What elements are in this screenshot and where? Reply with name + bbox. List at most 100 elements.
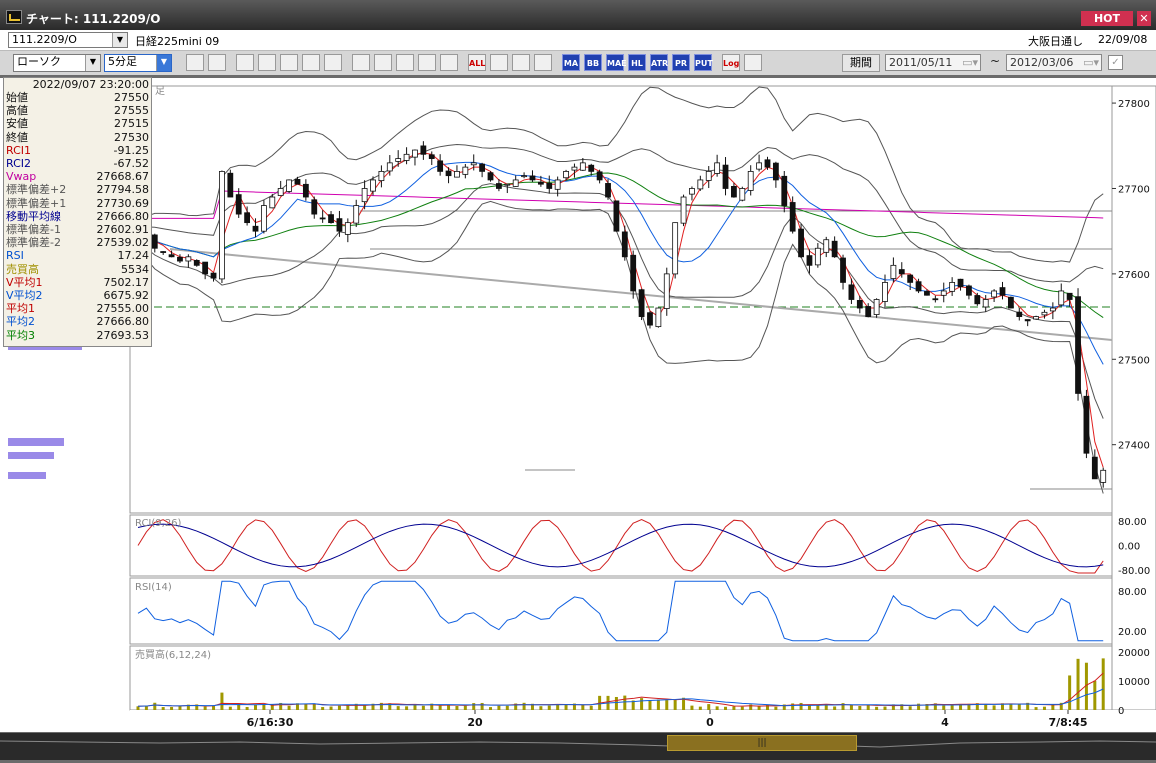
candle [781, 175, 788, 206]
candle [252, 225, 259, 232]
info-row: 平均2 27666.80 [6, 315, 149, 328]
toolbar-pr-button[interactable]: PR [672, 54, 690, 71]
candle [311, 199, 318, 215]
date-to-field[interactable]: 2012/03/06 ▭▾ [1006, 54, 1102, 71]
symbol-combo[interactable]: 111.2209/O ▼ [8, 32, 128, 48]
volume-bar [480, 702, 484, 710]
candle [202, 261, 209, 275]
toolbar-settings-icon[interactable] [490, 54, 508, 71]
info-row: RCI1 -91.25 [6, 144, 149, 157]
toolbar-wrench-icon[interactable] [512, 54, 530, 71]
candle [151, 234, 158, 249]
toolbar-chart10-icon[interactable] [418, 54, 436, 71]
candle [1066, 292, 1073, 300]
toolbar-export-icon[interactable] [744, 54, 762, 71]
close-button[interactable]: ✕ [1137, 11, 1151, 26]
info-label: 平均1 [6, 302, 35, 316]
volume-bar [287, 705, 291, 710]
info-value: 6675.92 [103, 289, 150, 302]
period-button[interactable]: 期間 [842, 54, 880, 72]
candle [705, 171, 712, 181]
candle [185, 256, 192, 262]
toolbar-chart4-icon[interactable] [280, 54, 298, 71]
date-from-value: 2011/05/11 [889, 56, 953, 69]
volume-bar [1093, 680, 1097, 710]
volume-bar [153, 702, 157, 710]
interval-value: 5分足 [108, 55, 137, 68]
info-label: 移動平均線 [6, 209, 61, 223]
toolbar-search-icon[interactable] [186, 54, 204, 71]
candle [269, 196, 276, 209]
toolbar-hl-button[interactable]: HL [628, 54, 646, 71]
info-label: 標準偏差-2 [6, 236, 61, 250]
volume-bar [438, 705, 442, 710]
candle [554, 179, 561, 190]
date-from-field[interactable]: 2011/05/11 ▭▾ [885, 54, 981, 71]
volume-bar [1068, 675, 1072, 710]
window-titlebar: チャート: 111.2209/O HOT ✕ [0, 0, 1156, 30]
calendar-icon[interactable]: ▭▾ [962, 55, 978, 70]
volume-bar [161, 707, 165, 710]
period-checkbox[interactable]: ✓ [1108, 55, 1123, 70]
toolbar-log-button[interactable]: Log [722, 54, 740, 71]
candle [697, 179, 704, 190]
chevron-down-icon[interactable]: ▼ [112, 33, 127, 47]
candle [370, 179, 376, 192]
toolbar-chart7-icon[interactable] [352, 54, 370, 71]
toolbar-mae-button[interactable]: MAE [606, 54, 627, 71]
volume-bar [959, 704, 963, 710]
toolbar-put-button[interactable]: PUT [694, 54, 713, 71]
toolbar-bb-button[interactable]: BB [584, 54, 602, 71]
info-row: 標準偏差+1 27730.69 [6, 197, 149, 210]
y-tick-label: 27500 [1118, 355, 1150, 366]
candle [353, 205, 360, 224]
x-tick-label: 6/16:30 [247, 716, 294, 729]
info-value: 27794.58 [96, 183, 150, 197]
candle [563, 171, 569, 179]
volume-bar [203, 706, 207, 710]
info-label: 安値 [6, 117, 28, 131]
toolbar-pen-icon[interactable] [324, 54, 342, 71]
scrollbar-thumb[interactable]: ||| [667, 735, 857, 751]
vol-tick-label: 10000 [1118, 677, 1150, 688]
info-row: RSI 17.24 [6, 249, 149, 262]
toolbar-reset-icon[interactable] [396, 54, 414, 71]
toolbar-chart5-icon[interactable] [302, 54, 320, 71]
candle [1016, 311, 1023, 317]
candle [621, 231, 628, 258]
volume-bar [1076, 658, 1080, 710]
x-tick-label: 20 [467, 716, 483, 729]
toolbar-chart11-icon[interactable] [440, 54, 458, 71]
hot-button[interactable]: HOT [1081, 11, 1133, 26]
toolbar-ma-button[interactable]: MA [562, 54, 580, 71]
chevron-down-icon[interactable]: ▼ [85, 55, 100, 71]
volume-bar [170, 706, 174, 710]
chart-area[interactable]: 27800 27700 27600 27500 27400 足 80.00 0.00 -80.0… [0, 78, 1156, 732]
chevron-down-icon[interactable]: ▼ [156, 55, 171, 71]
toolbar-color-icon[interactable] [534, 54, 552, 71]
chart-type-select[interactable]: ローソク ▼ [13, 54, 101, 72]
candle [235, 194, 242, 215]
toolbar-layout-icon[interactable] [208, 54, 226, 71]
toolbar-zoom-icon[interactable] [258, 54, 276, 71]
toolbar-atr-button[interactable]: ATR [650, 54, 668, 71]
interval-select[interactable]: 5分足 ▼ [104, 54, 172, 72]
info-timestamp-row: 2022/09/07 23:20:00 [6, 78, 149, 91]
info-value: -67.52 [113, 157, 149, 170]
candle [219, 171, 225, 280]
toolbar-all-button[interactable]: ALL [468, 54, 486, 71]
calendar-icon[interactable]: ▭▾ [1083, 55, 1099, 70]
time-scrollbar[interactable]: ||| [0, 733, 1156, 760]
volume-bar [1017, 704, 1021, 710]
candle [1041, 311, 1048, 316]
ohlc-info-panel: 2022/09/07 23:20:00 始値 27550 高値 27555 安値 2751… [3, 77, 152, 347]
x-tick-label: 4 [941, 716, 949, 729]
toolbar-tb3-icon[interactable] [236, 54, 254, 71]
toolbar-cursor-icon[interactable] [374, 54, 392, 71]
volume-bar [245, 706, 249, 710]
volume-bar [992, 705, 996, 710]
candle [244, 212, 251, 224]
chart-svg[interactable]: 27800 27700 27600 27500 27400 足 80.00 0.00 -80.0… [0, 78, 1156, 732]
info-timestamp: 2022/09/07 23:20:00 [32, 78, 149, 91]
info-value: 27555 [114, 104, 149, 118]
